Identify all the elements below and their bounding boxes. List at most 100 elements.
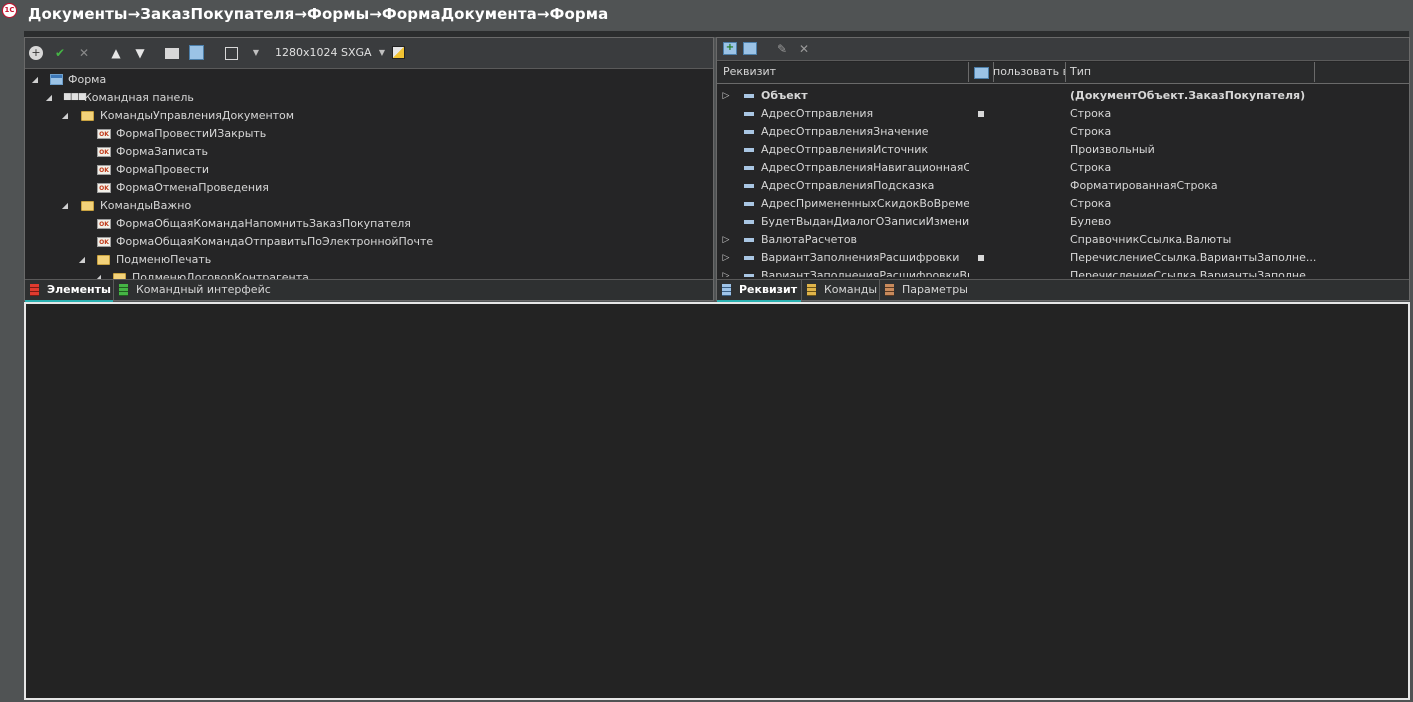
tab-attributes-label: Реквизит bbox=[739, 283, 798, 296]
attribute-icon bbox=[744, 94, 754, 98]
form-icon bbox=[974, 67, 989, 79]
attribute-name: АдресОтправленияПодсказка bbox=[761, 179, 935, 192]
tab-elements-label: Элементы bbox=[47, 283, 111, 296]
attribute-icon bbox=[744, 148, 754, 152]
use-always-checkbox[interactable] bbox=[978, 255, 984, 261]
attribute-name: АдресПримененныхСкидокВоВремен bbox=[761, 197, 969, 210]
attribute-type: ФорматированнаяСтрока bbox=[1070, 179, 1218, 192]
ok-button-icon: OK bbox=[97, 237, 111, 247]
add-attribute-icon[interactable]: + bbox=[723, 42, 737, 55]
attribute-icon bbox=[744, 112, 754, 116]
table-row[interactable]: АдресОтправленияПодсказка Форматированна… bbox=[717, 177, 1407, 195]
elements-toolbar: + ✔ ✕ ▲ ▼ ▼ 1280x1024 SXGA ▼ bbox=[25, 38, 713, 69]
edit-check-icon[interactable]: ✔ bbox=[53, 46, 67, 60]
tree-item[interactable]: ◢ КомандыУправленияДокументом bbox=[25, 107, 705, 125]
edit-pencil-icon[interactable]: ✎ bbox=[775, 42, 789, 56]
form-preview-area[interactable] bbox=[24, 302, 1410, 700]
attribute-name: БудетВыданДиалогОЗаписиИзмени bbox=[761, 215, 969, 228]
add-column-icon[interactable] bbox=[743, 42, 757, 55]
tree-item[interactable]: OK ФормаОбщаяКомандаОтправитьПоЭлектронн… bbox=[25, 233, 705, 251]
attribute-type: Строка bbox=[1070, 161, 1112, 174]
attribute-icon bbox=[744, 256, 754, 260]
delete-icon[interactable]: ✕ bbox=[77, 46, 91, 60]
expand-arrow-icon[interactable]: ◢ bbox=[44, 89, 54, 107]
tab-parameters-label: Параметры bbox=[902, 283, 968, 296]
expand-arrow-icon[interactable]: ◢ bbox=[93, 269, 103, 279]
chevron-down-icon[interactable]: ▼ bbox=[249, 46, 263, 60]
table-row[interactable]: АдресОтправленияИсточник Произвольный bbox=[717, 141, 1407, 159]
attribute-name: ВалютаРасчетов bbox=[761, 233, 858, 246]
app-logo-icon: 1С bbox=[2, 3, 17, 18]
preview-mode-icon[interactable] bbox=[392, 46, 405, 59]
command-panel-icon: ■■■ bbox=[63, 92, 87, 102]
attribute-icon bbox=[744, 238, 754, 242]
tree-item[interactable]: OK ФормаОбщаяКомандаНапомнитьЗаказПокупа… bbox=[25, 215, 705, 233]
expand-arrow-icon[interactable]: ◢ bbox=[60, 107, 70, 125]
tree-item-label: ФормаЗаписать bbox=[116, 145, 209, 158]
ok-button-icon: OK bbox=[97, 219, 111, 229]
tree-item-label: ПодменюПечать bbox=[116, 253, 212, 266]
grid-header: Реквизит пользовать вс Тип bbox=[717, 62, 1409, 84]
parameters-tab-icon bbox=[885, 284, 894, 296]
attribute-icon bbox=[744, 274, 754, 277]
tab-command-interface[interactable]: Командный интерфейс bbox=[113, 280, 271, 300]
table-row[interactable]: ▷ ВариантЗаполненияРасшифровкиВр Перечис… bbox=[717, 267, 1407, 277]
column-header-attribute[interactable]: Реквизит bbox=[717, 62, 969, 82]
right-tabbar: Реквизит Команды Параметры bbox=[717, 279, 1409, 302]
tree-item[interactable]: OK ФормаПровестиИЗакрыть bbox=[25, 125, 705, 143]
attribute-type: Строка bbox=[1070, 107, 1112, 120]
tab-parameters[interactable]: Параметры bbox=[879, 280, 974, 300]
expand-arrow-icon[interactable]: ◢ bbox=[77, 251, 87, 269]
expand-arrow-icon[interactable]: ▷ bbox=[721, 249, 731, 267]
tree-item[interactable]: ◢ ПодменюПечать bbox=[25, 251, 705, 269]
add-element-icon[interactable]: + bbox=[29, 46, 43, 60]
expand-arrow-icon[interactable]: ▷ bbox=[721, 87, 731, 105]
table-row[interactable]: АдресПримененныхСкидокВоВремен Строка bbox=[717, 195, 1407, 213]
tree-item[interactable]: ◢ ■■■ Командная панель bbox=[25, 89, 705, 107]
resolution-select[interactable]: 1280x1024 SXGA bbox=[275, 46, 372, 59]
delete-icon[interactable]: ✕ bbox=[797, 42, 811, 56]
tab-elements[interactable]: Элементы bbox=[25, 280, 113, 302]
table-row[interactable]: БудетВыданДиалогОЗаписиИзмени Булево bbox=[717, 213, 1407, 231]
elements-tree: ◢ Форма ◢ ■■■ Командная панель ◢ Команды… bbox=[25, 69, 713, 279]
form-preview-icon[interactable] bbox=[165, 48, 179, 59]
resolution-dropdown-icon[interactable]: ▼ bbox=[375, 46, 389, 60]
column-header-use-icon[interactable] bbox=[969, 62, 994, 82]
expand-arrow-icon[interactable]: ◢ bbox=[60, 197, 70, 215]
attribute-type: Произвольный bbox=[1070, 143, 1155, 156]
tab-commands[interactable]: Команды bbox=[801, 280, 880, 300]
tree-item[interactable]: ◢ Форма bbox=[25, 71, 705, 89]
move-down-icon[interactable]: ▼ bbox=[133, 46, 147, 60]
tab-commands-label: Команды bbox=[824, 283, 878, 296]
tree-item[interactable]: ◢ КомандыВажно bbox=[25, 197, 705, 215]
tree-item-label: Форма bbox=[68, 73, 107, 86]
use-always-checkbox[interactable] bbox=[978, 111, 984, 117]
tree-item[interactable]: ◢ ПодменюДоговорКонтрагента bbox=[25, 269, 705, 279]
attributes-tab-icon bbox=[722, 284, 731, 296]
expand-arrow-icon[interactable]: ▷ bbox=[721, 231, 731, 249]
tree-item[interactable]: OK ФормаПровести bbox=[25, 161, 705, 179]
form-wizard-icon[interactable] bbox=[189, 45, 204, 60]
expand-arrow-icon[interactable]: ◢ bbox=[30, 71, 40, 89]
table-row[interactable]: ▷ ВалютаРасчетов СправочникСсылка.Валюты bbox=[717, 231, 1407, 249]
column-header-use-always[interactable]: пользовать вс bbox=[993, 62, 1066, 82]
attribute-type: Строка bbox=[1070, 125, 1112, 138]
table-row[interactable]: АдресОтправленияЗначение Строка bbox=[717, 123, 1407, 141]
attribute-icon bbox=[744, 166, 754, 170]
table-row[interactable]: ▷ Объект (ДокументОбъект.ЗаказПокупателя… bbox=[717, 87, 1407, 105]
tree-item-label: ФормаОбщаяКомандаОтправитьПоЭлектроннойП… bbox=[116, 235, 434, 248]
table-row[interactable]: АдресОтправленияНавигационнаяСс Строка bbox=[717, 159, 1407, 177]
move-up-icon[interactable]: ▲ bbox=[109, 46, 123, 60]
ok-button-icon: OK bbox=[97, 147, 111, 157]
table-row[interactable]: ▷ ВариантЗаполненияРасшифровки Перечисле… bbox=[717, 249, 1407, 267]
expand-arrow-icon[interactable]: ▷ bbox=[721, 267, 731, 277]
attribute-type: (ДокументОбъект.ЗаказПокупателя) bbox=[1070, 89, 1306, 102]
tab-attributes[interactable]: Реквизит bbox=[717, 280, 801, 302]
column-header-type[interactable]: Тип bbox=[1065, 62, 1315, 82]
table-row[interactable]: АдресОтправления Строка bbox=[717, 105, 1407, 123]
layout-icon[interactable] bbox=[225, 47, 238, 60]
tree-item[interactable]: OK ФормаЗаписать bbox=[25, 143, 705, 161]
attribute-type: ПеречислениеСсылка.ВариантыЗаполне... bbox=[1070, 269, 1317, 277]
tree-item[interactable]: OK ФормаОтменаПроведения bbox=[25, 179, 705, 197]
attribute-name: АдресОтправленияЗначение bbox=[761, 125, 929, 138]
